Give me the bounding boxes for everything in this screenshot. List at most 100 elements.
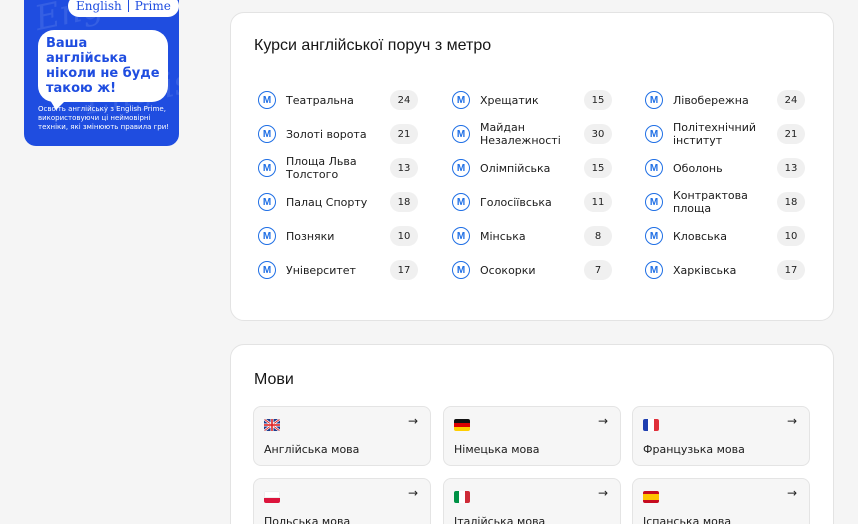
metro-course-count: 11 [584, 192, 612, 212]
metro-course-count: 24 [777, 90, 805, 110]
metro-station-item[interactable]: M Мінська 8 [452, 219, 622, 253]
metro-station-item[interactable]: M Золоті ворота 21 [258, 117, 428, 151]
arrow-right-icon: → [597, 414, 608, 428]
metro-station-name: Оболонь [673, 161, 723, 175]
metro-station-name: Політехнічний інститут [673, 121, 757, 147]
arrow-right-icon: → [407, 486, 418, 500]
metro-icon: M [452, 227, 470, 245]
metro-course-count: 17 [390, 260, 418, 280]
spain-flag-icon [643, 491, 659, 503]
metro-icon: M [258, 125, 276, 143]
language-tile-french[interactable]: → Французька мова [632, 406, 810, 466]
metro-icon: M [452, 193, 470, 211]
metro-course-count: 17 [777, 260, 805, 280]
languages-section-title: Мови [254, 371, 294, 388]
metro-station-name: Лівобережна [673, 93, 749, 107]
metro-station-item[interactable]: M Позняки 10 [258, 219, 428, 253]
metro-station-name: Хрещатик [480, 93, 539, 107]
metro-icon: M [645, 159, 663, 177]
metro-station-item[interactable]: M Політехнічний інститут 21 [645, 117, 815, 151]
poland-flag-icon [264, 491, 280, 503]
metro-station-name: Олімпійська [480, 161, 551, 175]
language-tile-italian[interactable]: → Італійська мова [443, 478, 621, 524]
metro-icon: M [452, 91, 470, 109]
metro-course-count: 15 [584, 90, 612, 110]
germany-flag-icon [454, 419, 470, 431]
metro-icon: M [258, 159, 276, 177]
italy-flag-icon [454, 491, 470, 503]
arrow-right-icon: → [597, 486, 608, 500]
language-name: Німецька мова [454, 443, 540, 456]
metro-station-item[interactable]: M Університет 17 [258, 253, 428, 287]
uk-flag-icon [264, 419, 280, 431]
metro-course-count: 8 [584, 226, 612, 246]
promo-headline: Ваша англійська ніколи не буде такою ж! [38, 30, 168, 110]
metro-station-item[interactable]: M Контрактова площа 18 [645, 185, 815, 219]
metro-icon: M [645, 261, 663, 279]
metro-station-item[interactable]: M Хрещатик 15 [452, 83, 622, 117]
metro-course-count: 24 [390, 90, 418, 110]
metro-station-item[interactable]: M Олімпійська 15 [452, 151, 622, 185]
metro-icon: M [258, 193, 276, 211]
metro-icon: M [645, 91, 663, 109]
metro-icon: M [452, 261, 470, 279]
france-flag-icon [643, 419, 659, 431]
arrow-right-icon: → [786, 414, 797, 428]
metro-station-item[interactable]: M Оболонь 13 [645, 151, 815, 185]
metro-course-count: 21 [777, 124, 805, 144]
metro-station-name: Позняки [286, 229, 335, 243]
language-tile-polish[interactable]: → Польська мова [253, 478, 431, 524]
language-name: Французька мова [643, 443, 745, 456]
metro-station-name: Палац Спорту [286, 195, 368, 209]
metro-course-count: 13 [390, 158, 418, 178]
metro-station-item[interactable]: M Осокорки 7 [452, 253, 622, 287]
metro-course-count: 15 [584, 158, 612, 178]
metro-course-count: 7 [584, 260, 612, 280]
metro-column-2: M Хрещатик 15 M Майдан Незалежності 30 M Олім… [452, 83, 622, 287]
brand-logo: English Prime [68, 0, 179, 17]
metro-course-count: 18 [777, 192, 805, 212]
metro-station-name: Контрактова площа [673, 189, 748, 215]
promo-banner[interactable]: English English English Prime Ваша англі… [24, 0, 179, 146]
metro-course-count: 10 [777, 226, 805, 246]
language-name: Італійська мова [454, 515, 546, 524]
metro-icon: M [645, 227, 663, 245]
metro-station-name: Осокорки [480, 263, 536, 277]
metro-station-name: Голосіївська [480, 195, 552, 209]
metro-icon: M [645, 125, 663, 143]
metro-station-item[interactable]: M Лівобережна 24 [645, 83, 815, 117]
metro-icon: M [258, 227, 276, 245]
brand-logo-left: English [76, 0, 122, 13]
language-name: Польська мова [264, 515, 351, 524]
metro-station-name: Мінська [480, 229, 526, 243]
metro-station-item[interactable]: M Площа Льва Толстого 13 [258, 151, 428, 185]
language-name: Іспанська мова [643, 515, 732, 524]
metro-icon: M [258, 261, 276, 279]
metro-section-title: Курси англійської поруч з метро [254, 37, 492, 54]
language-tile-english[interactable]: → Англійська мова [253, 406, 431, 466]
metro-station-item[interactable]: M Палац Спорту 18 [258, 185, 428, 219]
metro-station-item[interactable]: M Голосіївська 11 [452, 185, 622, 219]
language-tile-spanish[interactable]: → Іспанська мова [632, 478, 810, 524]
language-name: Англійська мова [264, 443, 360, 456]
brand-logo-right: Prime [134, 0, 171, 13]
metro-station-name: Харківська [673, 263, 737, 277]
metro-column-1: M Театральна 24 M Золоті ворота 21 M Площа Ль… [258, 83, 428, 287]
metro-station-name: Площа Льва Толстого [286, 155, 357, 181]
metro-course-count: 21 [390, 124, 418, 144]
metro-station-item[interactable]: M Майдан Незалежності 30 [452, 117, 622, 151]
metro-station-item[interactable]: M Театральна 24 [258, 83, 428, 117]
metro-station-item[interactable]: M Харківська 17 [645, 253, 815, 287]
metro-station-name: Театральна [286, 93, 354, 107]
language-tile-german[interactable]: → Німецька мова [443, 406, 621, 466]
metro-station-name: Кловська [673, 229, 727, 243]
metro-courses-card: Курси англійської поруч з метро M Театрал… [230, 12, 834, 321]
metro-station-item[interactable]: M Кловська 10 [645, 219, 815, 253]
metro-icon: M [452, 125, 470, 143]
metro-icon: M [645, 193, 663, 211]
metro-icon: M [258, 91, 276, 109]
promo-subtext: Освоїть англійську з English Prime, вико… [38, 105, 170, 131]
metro-station-name: Майдан Незалежності [480, 121, 561, 147]
metro-course-count: 13 [777, 158, 805, 178]
arrow-right-icon: → [407, 414, 418, 428]
